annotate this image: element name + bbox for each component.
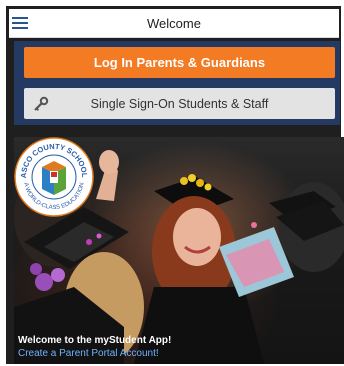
login-actions-panel: Log In Parents & Guardians Single Sign-O… [14, 41, 340, 125]
page-title: Welcome [147, 16, 201, 31]
welcome-message: Welcome to the myStudent App! [18, 335, 172, 346]
key-icon [34, 96, 49, 111]
login-parents-button[interactable]: Log In Parents & Guardians [24, 47, 335, 78]
create-parent-portal-link[interactable]: Create a Parent Portal Account! [18, 348, 159, 359]
sso-button-label: Single Sign-On Students & Staff [90, 96, 269, 111]
hero-graduation-image: Welcome to the myStudent App! Create a P… [14, 137, 344, 364]
pasco-county-schools-seal: PASCO COUNTY SCHOOLS A WORLD-CLASS EDUCA… [14, 137, 94, 217]
sso-students-staff-button[interactable]: Single Sign-On Students & Staff [24, 88, 335, 119]
top-bar: Welcome [9, 9, 339, 38]
